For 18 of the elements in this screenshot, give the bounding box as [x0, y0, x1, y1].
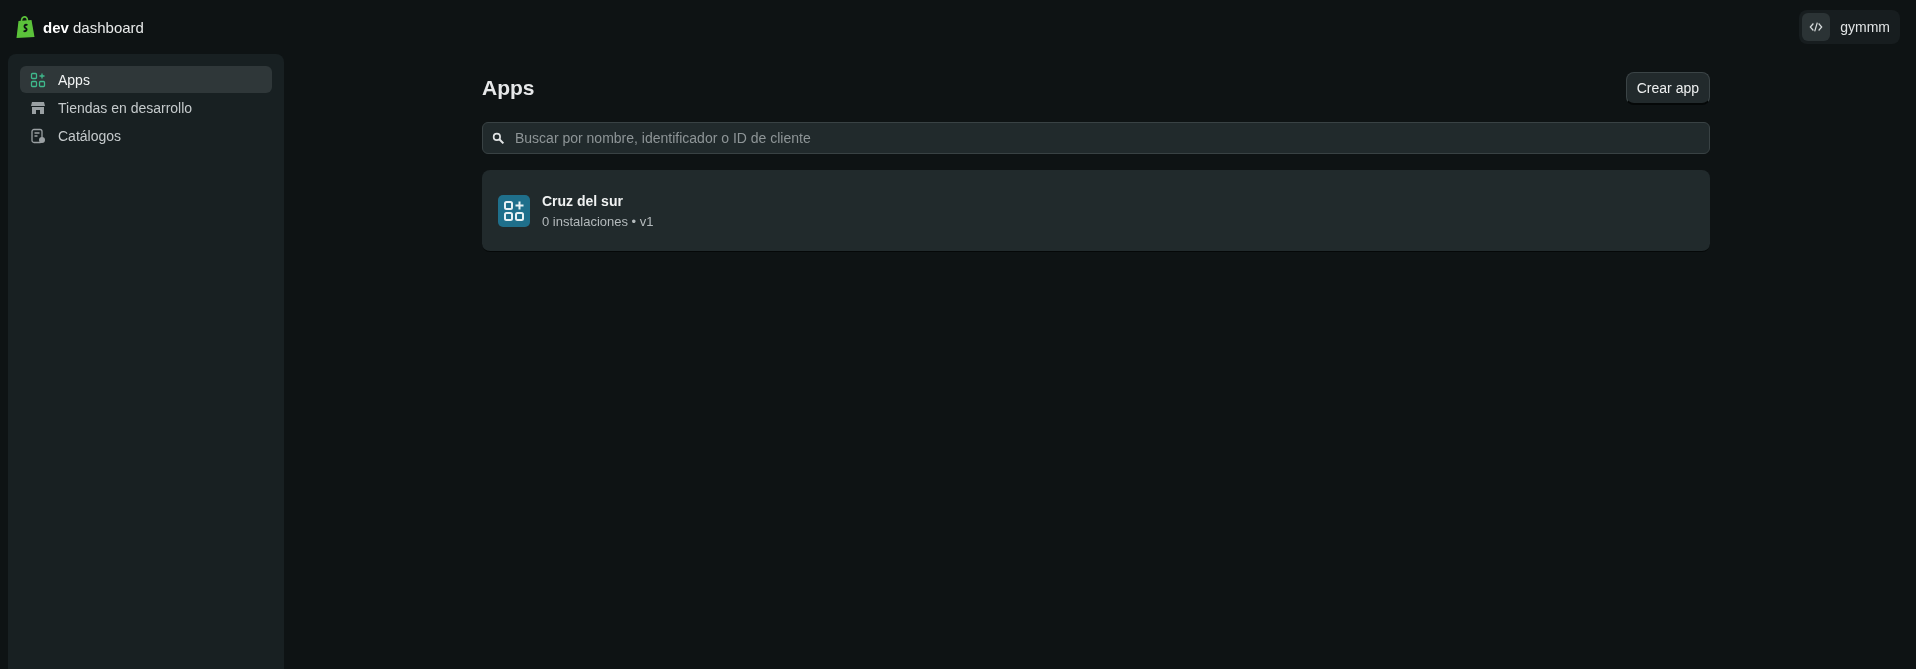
- sidebar-item[interactable]: Catálogos: [20, 122, 272, 149]
- page-title: Apps: [482, 76, 535, 100]
- apps-grid-icon: [30, 71, 46, 88]
- search-field[interactable]: Buscar por nombre, identificador o ID de cliente: [482, 122, 1710, 154]
- sidebar-item[interactable]: Apps: [20, 66, 272, 93]
- catalog-icon: [30, 127, 46, 144]
- store-icon: [30, 99, 46, 116]
- brand-title: dev dashboard: [43, 18, 144, 36]
- sidebar-item[interactable]: Tiendas en desarrollo: [20, 94, 272, 121]
- app-name: Cruz del sur: [542, 192, 624, 209]
- app-meta: 0 instalaciones • v1: [542, 213, 654, 229]
- create-app-button[interactable]: Crear app: [1625, 71, 1710, 105]
- app-icon: [498, 194, 530, 227]
- code-icon: [1809, 20, 1824, 34]
- search-icon: [492, 132, 505, 145]
- app-card[interactable]: Cruz del sur 0 instalaciones • v1: [482, 170, 1710, 252]
- user-menu-button[interactable]: gymmm: [1799, 10, 1900, 44]
- shopping-bag-logo-icon: [15, 15, 36, 39]
